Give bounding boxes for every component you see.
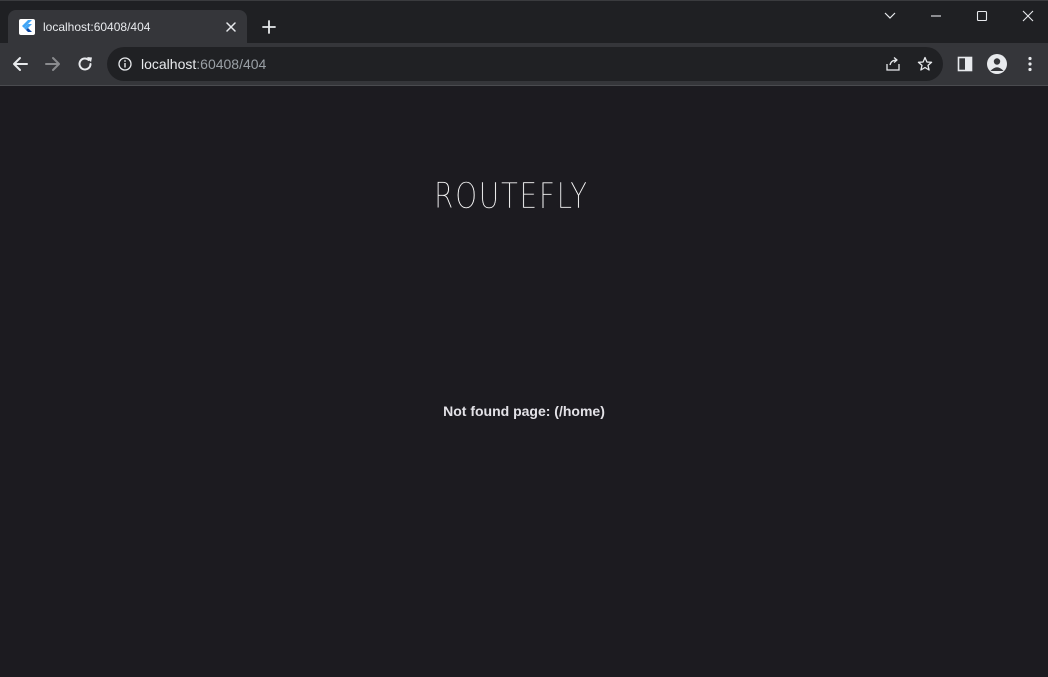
tab-search-button[interactable] [878,6,902,26]
tab-title: localhost:60408/404 [43,20,151,34]
not-found-message: Not found page: (/home) [443,403,605,419]
tab-active[interactable]: localhost:60408/404 [8,10,247,44]
tab-strip: localhost:60408/404 [0,0,1048,44]
side-panel-icon [957,56,973,72]
logo-text: ROUTEFLY [434,176,589,218]
profile-icon [987,54,1007,74]
minimize-button[interactable] [924,6,948,26]
forward-arrow-icon [45,57,60,71]
flutter-icon [19,19,35,35]
browser-window: localhost:60408/404 localhost:60408/404 … [0,0,1048,677]
chevron-down-icon [884,12,896,19]
minimize-icon [931,15,941,17]
star-icon[interactable] [916,55,934,73]
page-content: ROUTEFLY Not found page: (/home) [0,86,1048,677]
new-tab-button[interactable] [256,16,282,38]
url-path: :60408/404 [196,56,267,72]
forward-button[interactable] [41,52,65,76]
more-menu-button[interactable] [1019,53,1041,75]
close-window-button[interactable] [1016,6,1040,26]
share-icon[interactable] [884,55,902,73]
more-vert-icon [1028,56,1032,72]
url-host: localhost [141,56,197,72]
back-button[interactable] [8,52,32,76]
url-text[interactable]: localhost:60408/404 [141,56,266,72]
reload-button[interactable] [73,52,97,76]
maximize-button[interactable] [970,6,994,26]
info-icon[interactable] [117,56,133,72]
side-panel-button[interactable] [954,53,976,75]
plus-icon [262,20,276,34]
maximize-icon [976,10,988,22]
reload-icon [78,57,92,71]
routefly-logo: ROUTEFLY [424,164,628,230]
browser-toolbar: localhost:60408/404 [0,43,1048,86]
back-arrow-icon [13,57,28,71]
tab-close-icon[interactable] [223,19,239,35]
close-icon [1022,10,1034,22]
profile-button[interactable] [986,53,1008,75]
address-bar[interactable]: localhost:60408/404 [107,47,943,81]
